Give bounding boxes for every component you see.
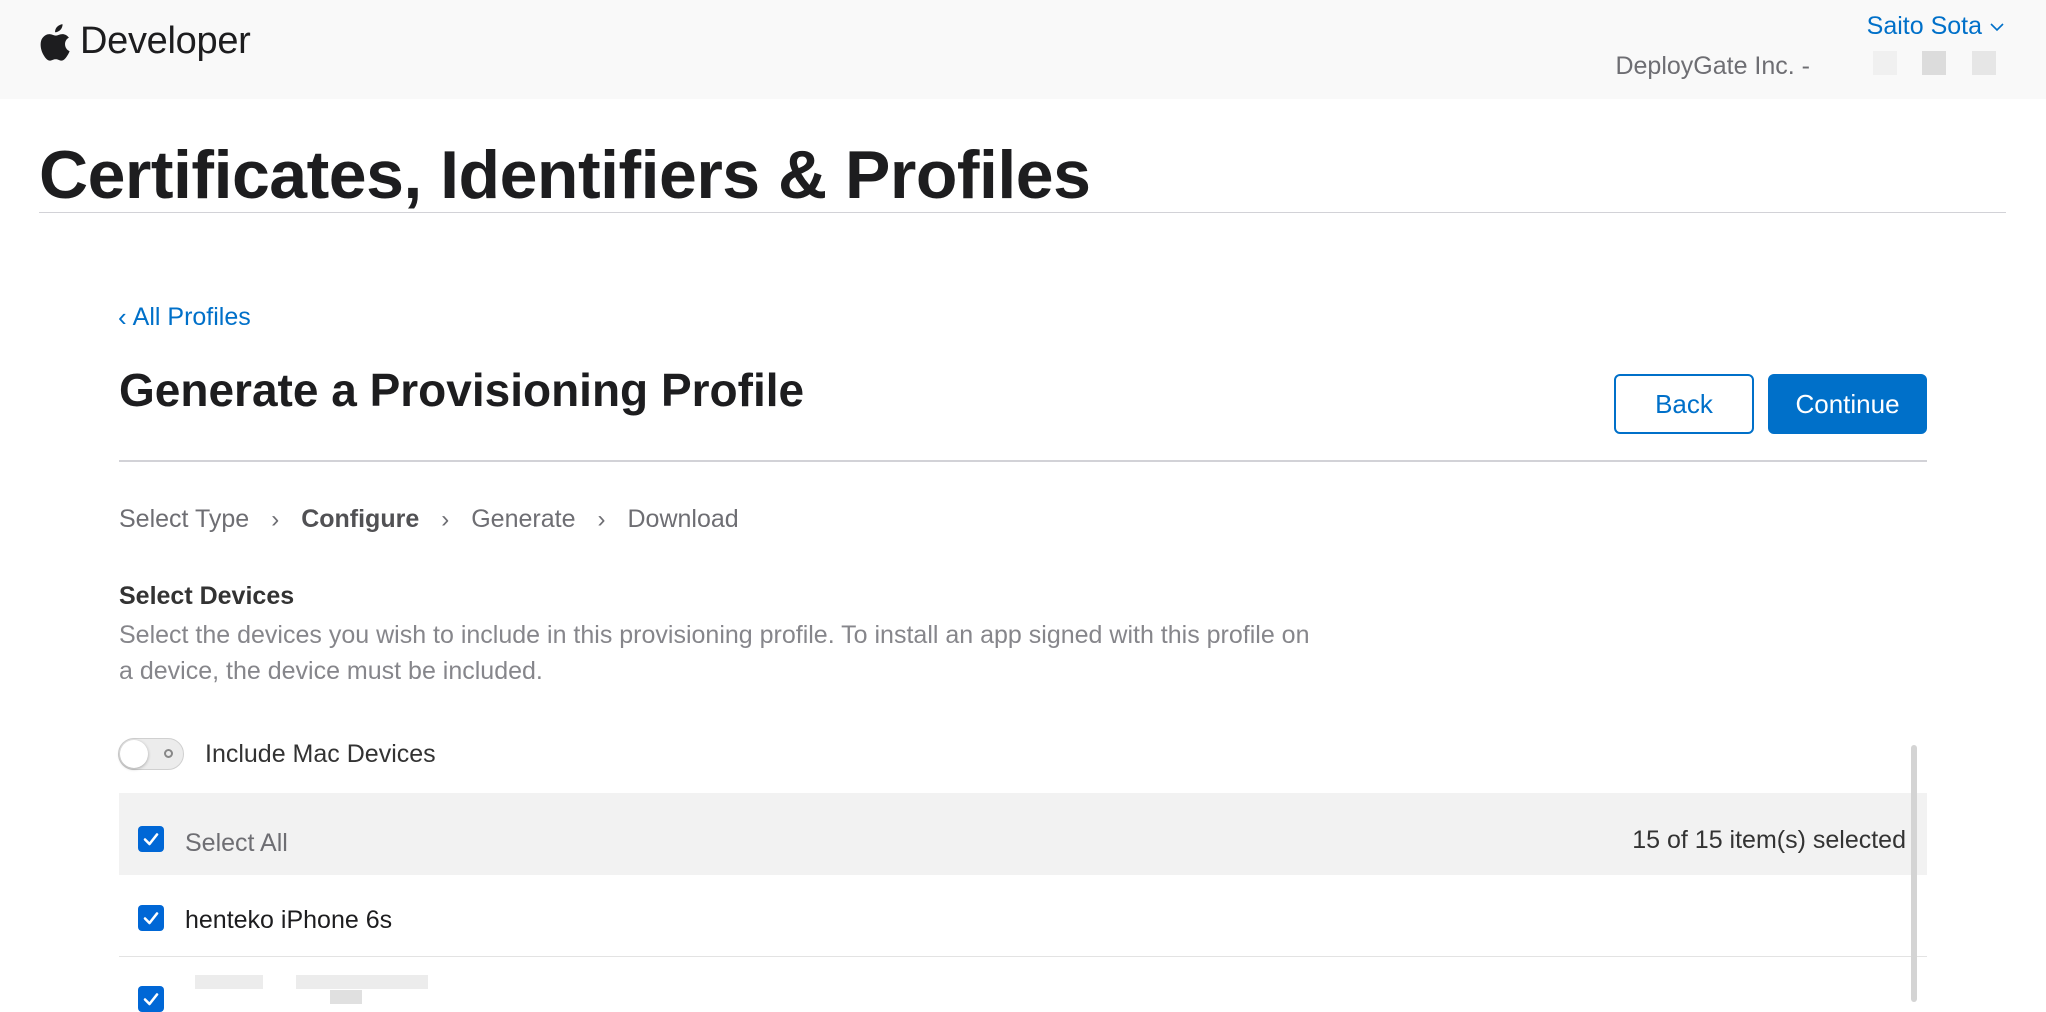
selected-count: 15 of 15 item(s) selected (1632, 826, 1906, 854)
top-navigation-bar: Developer Saito Sota DeployGate Inc. - (0, 0, 2046, 99)
user-account-menu[interactable]: Saito Sota (1867, 12, 2004, 41)
step-generate: Generate (471, 505, 576, 533)
developer-brand-label: Developer (80, 20, 251, 62)
chevron-down-icon (1990, 22, 2004, 31)
back-button[interactable]: Back (1614, 374, 1754, 434)
chevron-right-icon: › (597, 505, 606, 533)
toggle-off-icon (164, 749, 173, 758)
section-heading: Generate a Provisioning Profile (119, 364, 805, 416)
chevron-left-icon: ‹ (118, 302, 127, 332)
page-title: Certificates, Identifiers & Profiles (39, 137, 1091, 213)
checkmark-icon (143, 993, 159, 1006)
heading-divider (119, 460, 1927, 462)
chevron-right-icon: › (271, 505, 280, 533)
checkmark-icon (143, 833, 159, 846)
redacted-device-name (195, 975, 263, 989)
device-name: henteko iPhone 6s (185, 906, 393, 934)
redacted-team-id (1873, 51, 1897, 75)
include-mac-devices-toggle[interactable] (118, 738, 184, 770)
team-name: DeployGate Inc. - (1615, 52, 1810, 80)
apple-logo-icon (40, 23, 70, 61)
developer-brand[interactable]: Developer (40, 20, 251, 63)
redacted-device-name (296, 975, 428, 989)
select-all-checkbox[interactable] (138, 826, 164, 852)
all-profiles-link[interactable]: ‹ All Profiles (118, 302, 251, 333)
select-devices-description: Select the devices you wish to include i… (119, 621, 1310, 685)
include-mac-devices-label: Include Mac Devices (205, 740, 436, 768)
checkmark-icon (143, 912, 159, 925)
select-all-label: Select All (185, 829, 288, 857)
step-breadcrumb: Select Type › Configure › Generate › Dow… (119, 505, 739, 534)
device-checkbox[interactable] (138, 905, 164, 931)
continue-button[interactable]: Continue (1768, 374, 1927, 434)
select-devices-heading: Select Devices (119, 582, 295, 610)
user-name: Saito Sota (1866, 12, 1982, 40)
row-divider (119, 956, 1927, 957)
all-profiles-label: All Profiles (132, 303, 251, 331)
device-checkbox[interactable] (138, 986, 164, 1012)
step-download: Download (627, 505, 739, 533)
step-select-type: Select Type (119, 505, 250, 533)
redacted-team-id (1922, 51, 1946, 75)
device-list-scrollbar[interactable] (1911, 745, 1917, 1002)
step-configure: Configure (301, 505, 420, 533)
title-divider (39, 212, 2006, 213)
redacted-team-id (1972, 51, 1996, 75)
toggle-knob (120, 740, 148, 768)
chevron-right-icon: › (441, 505, 450, 533)
